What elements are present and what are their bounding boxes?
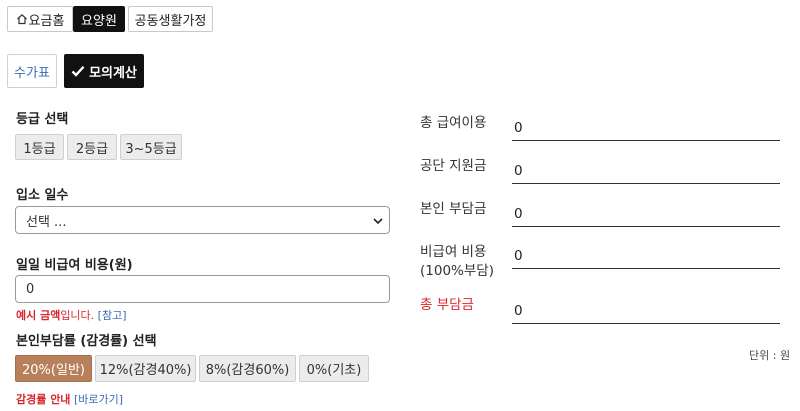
noncovered-input[interactable]: 0	[15, 275, 390, 303]
tab-label: 수가표	[14, 65, 50, 81]
grade-option-label: 3~5등급	[125, 141, 177, 157]
result-divider	[512, 323, 780, 324]
result-value-corp-support: 0	[514, 163, 523, 179]
tab-fee-table[interactable]: 수가표	[7, 54, 57, 88]
copay-0-button[interactable]: 0%(기초)	[299, 355, 369, 382]
result-label-total-pay: 총 부담금	[420, 297, 474, 313]
copay-20-button[interactable]: 20%(일반)	[15, 355, 92, 382]
result-divider	[512, 183, 780, 184]
copay-8-button[interactable]: 8%(감경60%)	[199, 355, 296, 382]
check-icon	[71, 65, 85, 77]
result-label-corp-support: 공단 지원금	[420, 158, 487, 174]
days-select[interactable]: 선택 ...	[15, 206, 390, 234]
grade-2-button[interactable]: 2등급	[67, 134, 117, 160]
unit-label: 단위 : 원	[749, 349, 791, 362]
reference-link[interactable]: [참고]	[98, 309, 127, 322]
grade-option-label: 1등급	[23, 141, 56, 157]
noncovered-label-line1: 비급여 비용	[420, 244, 487, 260]
tab-group-home[interactable]: 공동생활가정	[128, 6, 213, 32]
home-icon	[16, 13, 27, 25]
tab-label: 요양원	[81, 13, 117, 29]
result-value-total-benefit: 0	[514, 120, 523, 136]
tab-nursing-home[interactable]: 요양원	[73, 6, 125, 32]
noncovered-note: 예시 금액입니다. [참고]	[16, 307, 127, 323]
tab-label: 요금홈	[28, 13, 65, 29]
result-value-noncovered: 0	[514, 248, 523, 264]
noncovered-value: 0	[26, 281, 35, 297]
tab-label: 모의계산	[89, 65, 137, 81]
result-value-total-pay: 0	[514, 303, 523, 319]
tab-label: 공동생활가정	[134, 13, 207, 29]
tab-fee-home[interactable]: 요금홈	[7, 6, 73, 32]
copay-option-label: 20%(일반)	[22, 363, 85, 378]
note-suffix: 입니다.	[60, 309, 95, 322]
noncovered-label: 일일 비급여 비용(원)	[16, 258, 133, 273]
result-label-noncovered: 비급여 비용 (100%부담)	[420, 243, 494, 281]
days-label: 입소 일수	[16, 188, 69, 203]
copay-option-label: 8%(감경60%)	[205, 363, 290, 378]
copay-option-label: 0%(기초)	[306, 363, 362, 378]
noncovered-label-line2: (100%부담)	[420, 263, 494, 279]
example-amount-text: 예시 금액	[16, 309, 61, 322]
reduction-guide-text: 감경률 안내	[16, 393, 71, 406]
result-divider	[512, 226, 780, 227]
copay-12-button[interactable]: 12%(감경40%)	[95, 355, 196, 382]
grade-option-label: 2등급	[75, 141, 109, 157]
tab-simulation[interactable]: 모의계산	[64, 54, 144, 88]
chevron-down-icon	[373, 218, 383, 225]
result-divider	[512, 140, 780, 141]
result-value-self-pay: 0	[514, 206, 523, 222]
days-selected-value: 선택 ...	[26, 214, 67, 230]
grade-3-5-button[interactable]: 3~5등급	[120, 134, 182, 160]
grade-label: 등급 선택	[16, 112, 69, 127]
copay-rate-label: 본인부담률 (감경률) 선택	[16, 334, 157, 349]
result-divider	[512, 268, 780, 269]
result-label-total-benefit: 총 급여이용	[420, 115, 487, 131]
grade-1-button[interactable]: 1등급	[15, 134, 64, 160]
copay-rate-note: 감경률 안내 [바로가기]	[16, 391, 123, 407]
copay-option-label: 12%(감경40%)	[99, 363, 192, 378]
result-label-self-pay: 본인 부담금	[420, 201, 487, 217]
go-link[interactable]: [바로가기]	[74, 393, 123, 406]
